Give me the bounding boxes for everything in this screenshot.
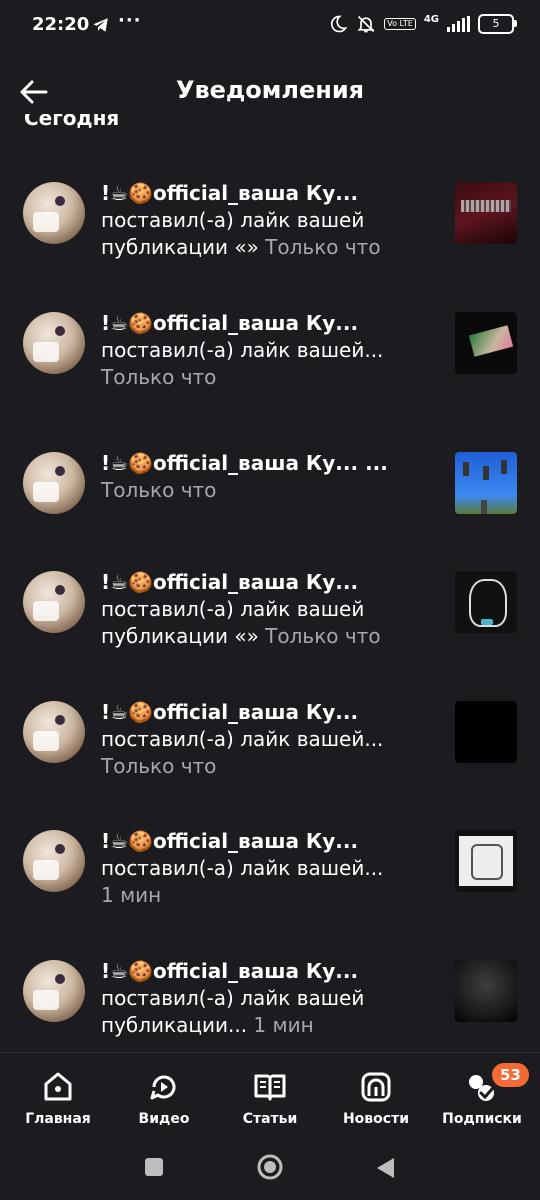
publication-thumbnail[interactable] [455, 960, 517, 1022]
video-play-icon [150, 1075, 176, 1100]
notification-text: поставил(-а) лайк вашей... [101, 338, 384, 362]
notification-author: !☕🍪official_ваша Ку... [101, 700, 359, 724]
notification-time: Только что [101, 754, 217, 778]
notifications-list[interactable]: !☕🍪official_ваша Ку... поставил(-а) лайк… [0, 150, 540, 1052]
avatar[interactable] [23, 960, 85, 1022]
tab-video-label: Видео [138, 1111, 190, 1127]
avatar[interactable] [23, 701, 85, 763]
back-triangle-icon[interactable] [374, 1156, 396, 1180]
moon-icon [331, 15, 348, 33]
news-icon [361, 1072, 391, 1102]
page-title: Уведомления [175, 76, 365, 104]
notification-author: !☕🍪official_ваша Ку... [101, 829, 359, 853]
more-notifications-icon: ··· [118, 10, 142, 31]
notification-text: поставил(-а) лайк вашей... [101, 856, 384, 880]
section-header: Сегодня [24, 114, 120, 130]
avatar[interactable] [23, 452, 85, 514]
publication-thumbnail[interactable] [455, 312, 517, 374]
telegram-icon [93, 18, 108, 32]
notification-item[interactable]: !☕🍪official_ваша Ку... поставил(-а) лайк… [0, 280, 540, 390]
volte-icon: Vo LTE [384, 18, 416, 30]
notification-text: поставил(-а) лайк вашей... [101, 727, 384, 751]
notification-item[interactable]: !☕🍪official_ваша Ку... ... Только что [0, 420, 540, 530]
notification-author: !☕🍪official_ваша Ку... [101, 570, 359, 594]
notification-time: Только что [101, 365, 217, 389]
avatar[interactable] [23, 571, 85, 633]
avatar[interactable] [23, 312, 85, 374]
avatar[interactable] [23, 182, 85, 244]
home-icon [44, 1072, 72, 1101]
publication-thumbnail[interactable] [455, 182, 517, 244]
notification-item[interactable]: !☕🍪official_ваша Ку... поставил(-а) лайк… [0, 798, 540, 908]
tab-news[interactable]: Новости [326, 1069, 426, 1127]
home-circle-icon[interactable] [255, 1152, 285, 1182]
subscriptions-badge: 53 [490, 1061, 531, 1089]
tab-subscriptions[interactable]: 53 Подписки [432, 1061, 532, 1127]
tab-news-label: Новости [342, 1111, 410, 1127]
tab-articles[interactable]: Статьи [220, 1069, 320, 1127]
notification-text: ... [365, 451, 388, 475]
tab-home[interactable]: Главная [8, 1069, 108, 1127]
recent-apps-icon[interactable] [143, 1156, 165, 1178]
avatar[interactable] [23, 830, 85, 892]
notification-item[interactable]: !☕🍪official_ваша Ку... поставил(-а) лайк… [0, 150, 540, 260]
notification-time: Только что [101, 478, 217, 502]
status-bar: 22:20 ··· Vo LTE 4G 5 [0, 0, 540, 52]
notification-time: Только что [265, 235, 381, 259]
battery-icon: 5 [478, 14, 517, 34]
notification-author: !☕🍪official_ваша Ку... ... [101, 451, 388, 475]
notification-item[interactable]: !☕🍪official_ваша Ку... поставил(-а) лайк… [0, 539, 540, 649]
publication-thumbnail[interactable] [455, 452, 517, 514]
notification-item[interactable]: !☕🍪official_ваша Ку... поставил(-а) лайк… [0, 928, 540, 1038]
tab-home-label: Главная [25, 1111, 91, 1127]
bell-off-icon [357, 15, 375, 33]
notification-author: !☕🍪official_ваша Ку... [101, 959, 359, 983]
network-type: 4G [423, 13, 439, 25]
book-icon [254, 1074, 286, 1101]
notification-author: !☕🍪official_ваша Ку... [101, 311, 359, 335]
notification-time: 1 мин [101, 883, 162, 907]
bottom-navigation: Главная Видео Статьи Новости 53 Подписки [0, 1052, 540, 1141]
notification-time: Только что [265, 624, 381, 648]
tab-subscriptions-label: Подписки [442, 1111, 522, 1127]
tab-video[interactable]: Видео [114, 1069, 214, 1127]
tab-articles-label: Статьи [242, 1111, 298, 1127]
notification-text: поставил(-а) лайк вашей публикации... 1 … [101, 986, 365, 1037]
publication-thumbnail[interactable] [455, 701, 517, 763]
publication-thumbnail[interactable] [455, 830, 517, 892]
status-time: 22:20 [32, 14, 90, 35]
signal-icon [447, 16, 470, 32]
publication-thumbnail[interactable] [455, 571, 517, 633]
system-navigation [0, 1140, 540, 1200]
notification-author: !☕🍪official_ваша Ку... [101, 181, 359, 205]
notification-item[interactable]: !☕🍪official_ваша Ку... поставил(-а) лайк… [0, 669, 540, 779]
notification-time: 1 мин [247, 1013, 314, 1037]
